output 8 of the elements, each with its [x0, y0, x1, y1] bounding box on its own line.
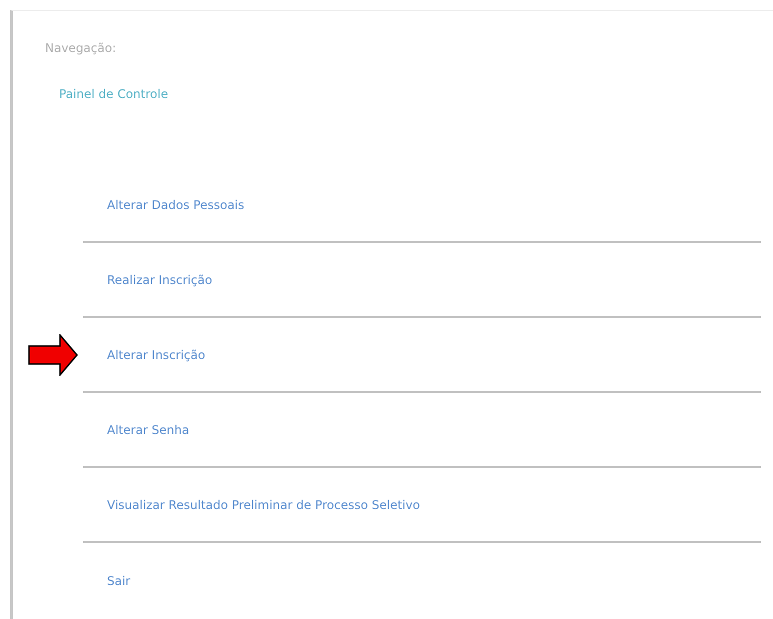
menu-link[interactable]: Alterar Inscrição: [107, 348, 206, 362]
menu-link[interactable]: Visualizar Resultado Preliminar de Processo Seletivo: [107, 498, 420, 512]
navigation-heading: Navegação:: [45, 41, 118, 55]
menu-link[interactable]: Alterar Dados Pessoais: [107, 198, 244, 212]
menu-link[interactable]: Realizar Inscrição: [107, 272, 212, 286]
dashboard-link[interactable]: Painel de Controle: [59, 87, 168, 101]
menu-link[interactable]: Sair: [107, 574, 130, 588]
menu-link[interactable]: Alterar Senha: [107, 422, 190, 436]
